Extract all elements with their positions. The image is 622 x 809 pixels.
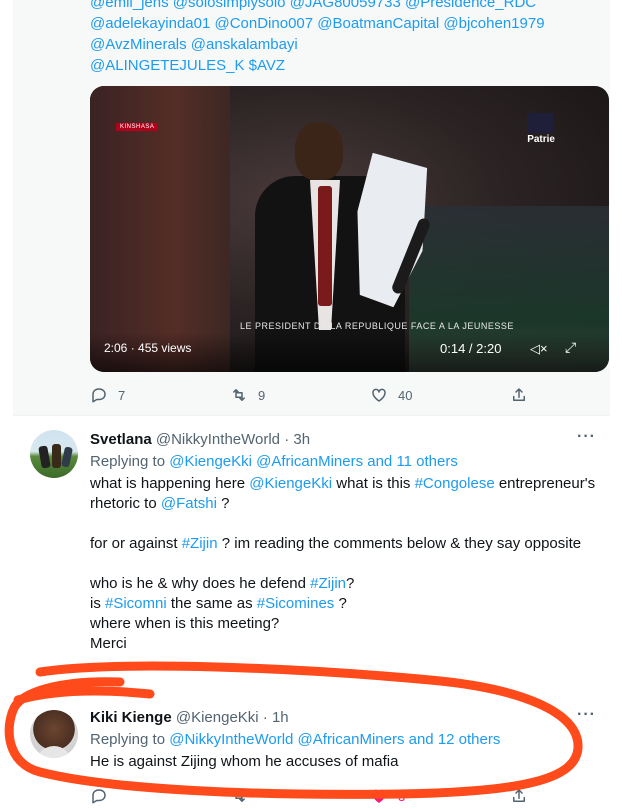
mention-line[interactable]: @ALINGETEJULES_K $AVZ — [90, 55, 590, 76]
replying-prefix: Replying to — [90, 453, 166, 470]
hashtag-link[interactable]: #Sicomines — [257, 595, 335, 612]
video-views: 2:06 · 455 views — [104, 341, 192, 355]
retweet-icon — [233, 389, 245, 401]
heart-icon — [372, 388, 386, 402]
like-button[interactable]: 40 — [370, 386, 470, 404]
reply-button[interactable]: 7 — [90, 386, 190, 404]
tweet-text: He is against Zijing whom he accuses of … — [90, 753, 399, 770]
mention-list: @emil_jens @solosimplysolo @JAG80059733 … — [90, 0, 590, 76]
text-run: the same as — [166, 595, 257, 612]
avatar[interactable] — [30, 430, 78, 478]
mention-line[interactable]: @adelekayinda01 @ConDino007 @BoatmanCapi… — [90, 13, 590, 34]
more-icon[interactable]: ··· — [577, 706, 596, 724]
reply-tweet[interactable]: Svetlana @NikkyIntheWorld · 3h ··· Reply… — [13, 415, 610, 690]
tweet-header: Kiki Kienge @KiengeKki · 1h — [90, 708, 289, 728]
text-run: who is he & why does he defend — [90, 575, 311, 592]
replying-to: Replying to @NikkyIntheWorld @AfricanMin… — [90, 730, 500, 750]
thread-gap — [13, 666, 610, 698]
mention-link[interactable]: @KiengeKki — [249, 475, 332, 492]
mention-link[interactable]: @Fatshi — [161, 495, 217, 512]
text-run: for or against — [90, 535, 182, 552]
share-icon — [513, 388, 525, 401]
fullscreen-icon[interactable]: ⤢ — [565, 339, 576, 356]
like-count: 40 — [398, 387, 413, 403]
text-run: entrepreneur's — [494, 475, 596, 492]
replying-to: Replying to @KiengeKki @AfricanMiners an… — [90, 452, 458, 472]
text-run: what is happening here — [90, 475, 250, 492]
main-tweet[interactable]: @emil_jens @solosimplysolo @JAG80059733 … — [13, 0, 610, 415]
share-icon — [513, 789, 525, 802]
tweet-header: Svetlana @NikkyIntheWorld · 3h — [90, 430, 310, 450]
reply-icon — [92, 388, 106, 403]
reply-tweet[interactable]: Kiki Kienge @KiengeKki · 1h ··· Replying… — [13, 698, 610, 809]
reply-icon — [92, 789, 106, 804]
text-run: ? — [216, 495, 230, 512]
video-backdrop — [90, 86, 230, 372]
display-name[interactable]: Kiki Kienge — [90, 709, 172, 726]
video-banner: KINSHASA — [116, 123, 159, 131]
heart-icon — [372, 789, 386, 803]
text-run: rhetoric to — [90, 495, 161, 512]
text-run: ? — [334, 595, 347, 612]
handle-time[interactable]: @KiengeKki · 1h — [176, 709, 289, 726]
retweet-button[interactable]: 9 — [230, 386, 330, 404]
retweet-icon — [233, 790, 245, 802]
video-time: 0:14 / 2:20 — [440, 341, 502, 356]
avatar[interactable] — [30, 710, 78, 758]
like-count: 3 — [398, 788, 406, 804]
text-run: ? — [346, 575, 355, 592]
video-caption: LE PRESIDENT DE LA REPUBLIQUE FACE A LA … — [240, 321, 514, 331]
channel-logo-text: Patrie — [527, 134, 555, 145]
mention-line[interactable]: @emil_jens @solosimplysolo @JAG80059733 … — [90, 0, 590, 13]
share-button[interactable] — [510, 386, 530, 404]
replying-targets[interactable]: @KiengeKki @AfricanMiners and 11 others — [169, 453, 458, 470]
share-button[interactable] — [510, 787, 530, 805]
reply-button[interactable] — [90, 787, 190, 805]
text-run: is — [90, 595, 105, 612]
text-run: what is this — [332, 475, 415, 492]
reply-count: 7 — [118, 387, 126, 403]
mention-line[interactable]: @AvzMinerals @anskalambayi — [90, 34, 590, 55]
handle-time[interactable]: @NikkyIntheWorld · 3h — [156, 431, 310, 448]
more-icon[interactable]: ··· — [577, 428, 596, 446]
replying-targets[interactable]: @NikkyIntheWorld @AfricanMiners and 12 o… — [169, 731, 500, 748]
volume-icon[interactable]: ◁× — [530, 341, 548, 357]
text-run: ? im reading the comments below & they s… — [217, 535, 582, 552]
retweet-count: 9 — [258, 387, 266, 403]
tweet-text: what is happening here @KiengeKki what i… — [90, 474, 600, 654]
reply-actions: 3 — [90, 786, 530, 806]
hashtag-link[interactable]: #Sicomni — [105, 595, 167, 612]
like-button[interactable]: 3 — [370, 787, 470, 805]
hashtag-link[interactable]: #Congolese — [415, 475, 495, 492]
channel-logo — [527, 113, 553, 133]
main-tweet-actions: 7 9 40 — [90, 385, 530, 405]
hashtag-link[interactable]: #Zijin — [310, 575, 346, 592]
display-name[interactable]: Svetlana — [90, 431, 152, 448]
hashtag-link[interactable]: #Zijin — [182, 535, 218, 552]
retweet-button[interactable] — [230, 787, 330, 805]
text-run: where when is this meeting? — [90, 615, 280, 632]
video-player[interactable]: KINSHASA Patrie LE PRESIDENT DE LA REPUB… — [90, 86, 609, 372]
replying-prefix: Replying to — [90, 731, 166, 748]
text-run: Merci — [90, 635, 127, 652]
